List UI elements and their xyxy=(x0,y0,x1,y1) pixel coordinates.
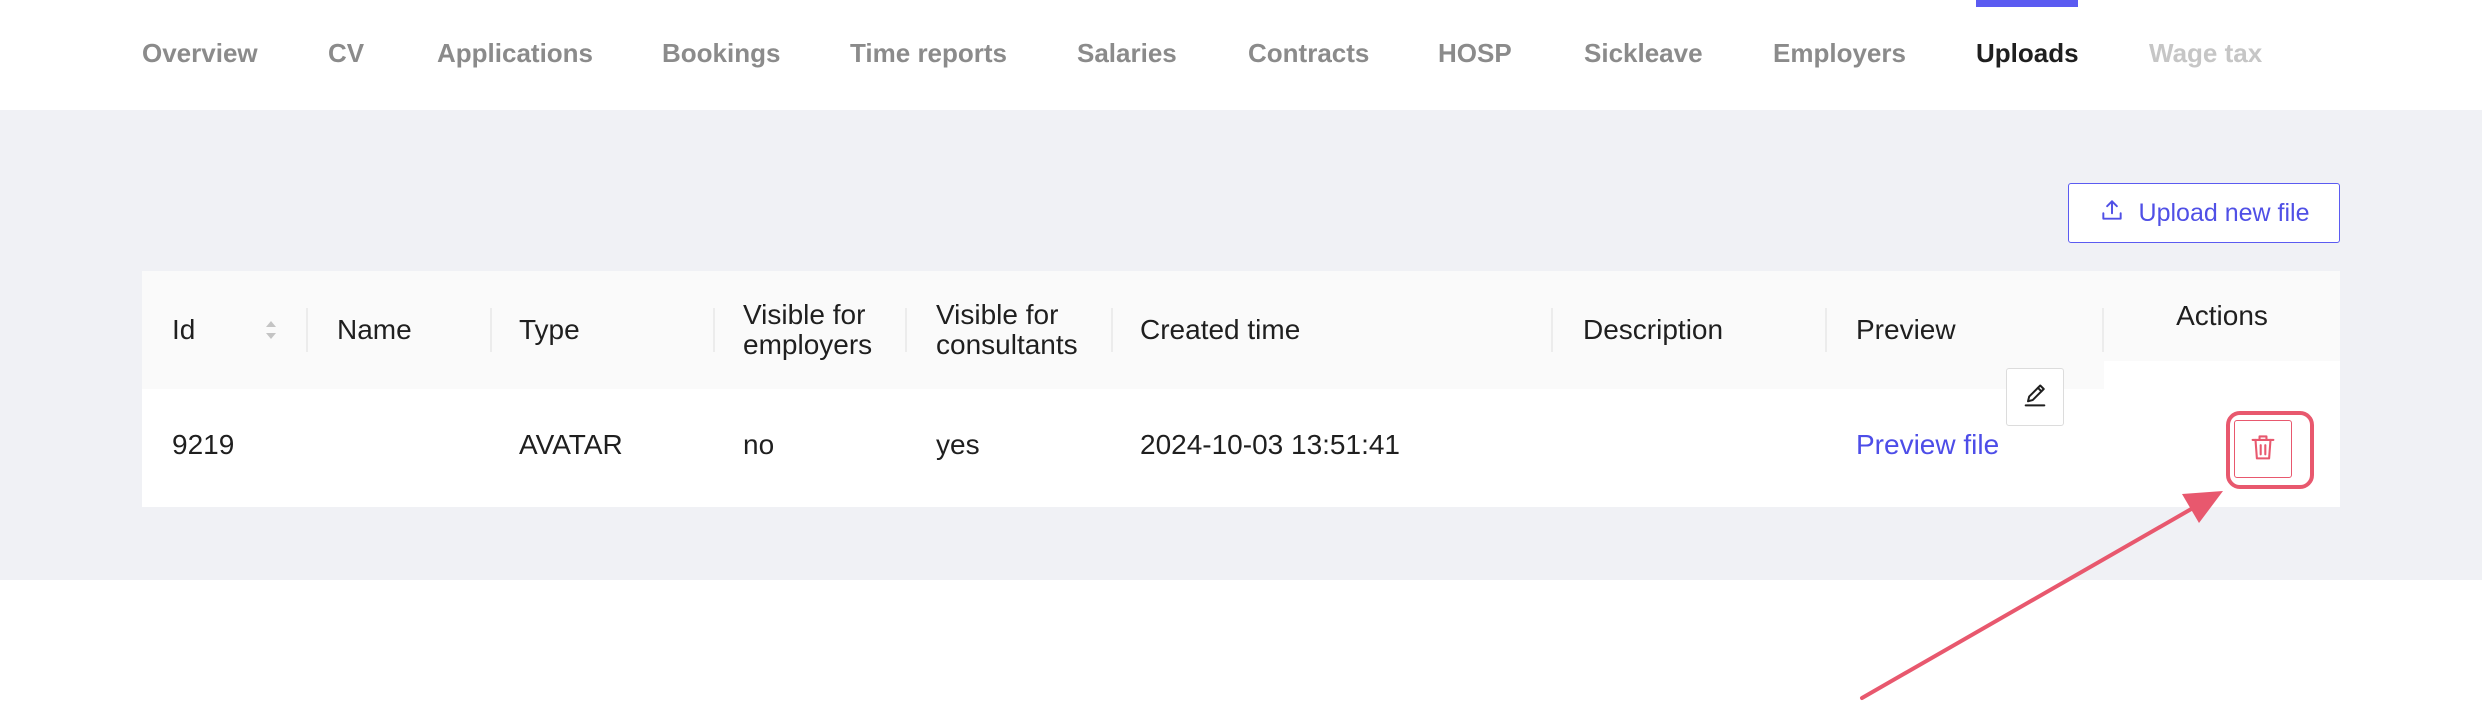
upload-button-label: Upload new file xyxy=(2138,198,2310,227)
uploads-content: Upload new file Id Name Type Visible for… xyxy=(0,110,2482,580)
column-divider xyxy=(306,308,308,352)
upload-icon xyxy=(2099,197,2125,230)
tab-time-reports[interactable]: Time reports xyxy=(850,38,1007,69)
header-line: Visible for xyxy=(743,299,866,330)
page: Overview CV Applications Bookings Time r… xyxy=(0,0,2482,717)
active-tab-indicator xyxy=(1976,0,2078,7)
cell-type: AVATAR xyxy=(519,429,623,460)
tab-overview[interactable]: Overview xyxy=(142,38,258,69)
header-line: employers xyxy=(743,329,873,360)
column-header-type: Type xyxy=(519,314,580,345)
header-line: Visible for xyxy=(936,299,1059,330)
tab-uploads[interactable]: Uploads xyxy=(1976,38,2079,69)
edit-button[interactable] xyxy=(2006,368,2064,426)
cell-created-time: 2024-10-03 13:51:41 xyxy=(1140,429,1400,460)
pencil-icon xyxy=(2021,382,2049,413)
upload-new-file-button[interactable]: Upload new file xyxy=(2068,183,2340,243)
tab-hosp[interactable]: HOSP xyxy=(1438,38,1512,69)
cell-visible-for-consultants: yes xyxy=(936,429,980,460)
column-header-id[interactable]: Id xyxy=(172,315,195,345)
column-divider xyxy=(713,308,715,352)
column-divider xyxy=(490,308,492,352)
table-header: Id Name Type Visible for employers Visib… xyxy=(142,271,2104,389)
column-header-description: Description xyxy=(1583,314,1724,345)
tab-cv[interactable]: CV xyxy=(328,38,364,69)
column-header-name: Name xyxy=(337,314,412,345)
column-header-actions: Actions xyxy=(2176,300,2268,331)
tab-sickleave[interactable]: Sickleave xyxy=(1584,38,1703,69)
preview-file-link[interactable]: Preview file xyxy=(1856,429,1999,461)
delete-button[interactable] xyxy=(2234,420,2292,478)
tab-applications[interactable]: Applications xyxy=(437,38,593,69)
tab-employers[interactable]: Employers xyxy=(1773,38,1906,69)
column-header-visible-for-employers: Visible for employers xyxy=(743,300,872,360)
column-divider xyxy=(1111,308,1113,352)
tab-wage-tax: Wage tax xyxy=(2149,38,2263,68)
column-header-visible-for-consultants: Visible for consultants xyxy=(936,300,1078,360)
actions-header: Actions xyxy=(2104,271,2340,361)
sort-icon[interactable] xyxy=(262,315,280,345)
trash-icon xyxy=(2249,433,2277,466)
tab-contracts[interactable]: Contracts xyxy=(1248,38,1369,69)
column-header-created-time: Created time xyxy=(1140,314,1301,345)
column-divider xyxy=(1551,308,1553,352)
tab-salaries[interactable]: Salaries xyxy=(1077,38,1177,69)
header-line: consultants xyxy=(936,329,1078,360)
column-divider xyxy=(905,308,907,352)
cell-visible-for-employers: no xyxy=(743,429,775,460)
tab-bookings[interactable]: Bookings xyxy=(662,38,780,69)
column-divider xyxy=(1825,308,1827,352)
cell-id: 9219 xyxy=(172,429,235,460)
column-header-preview: Preview xyxy=(1856,314,1956,345)
tab-navigation: Overview CV Applications Bookings Time r… xyxy=(0,0,2482,110)
